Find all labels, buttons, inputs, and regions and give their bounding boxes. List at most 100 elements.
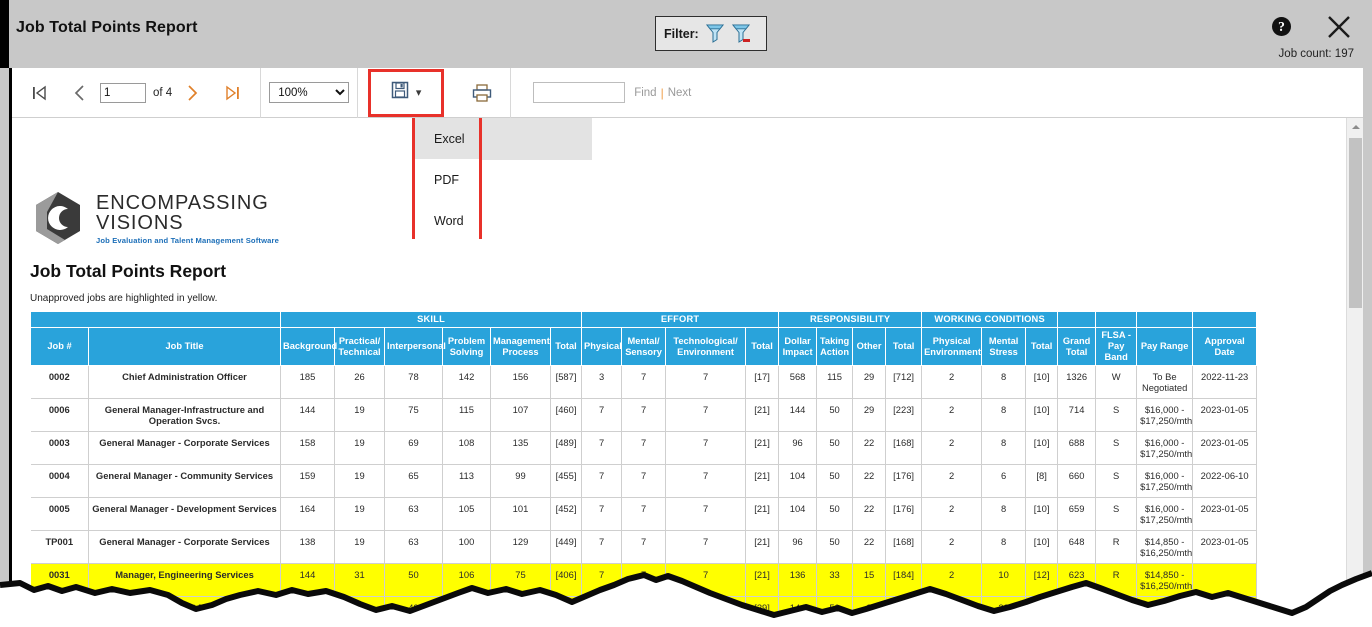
table-row[interactable]: GMS01 Senior Project Manager 138 40 49 69 48 [3… [30,596,1258,627]
cell-job-title: General Manager - Corporate Services [88,431,281,465]
cell-skill-total: [489] [549,431,583,465]
find-next-button[interactable]: Next [668,87,692,99]
table-row[interactable]: 0005 General Manager - Development Servic… [30,497,1258,531]
export-button[interactable]: ▾ [385,77,428,108]
export-format-menu: Excel PDF Word [412,118,482,241]
cell-approval-date: 2023-01-05 [1192,497,1258,531]
cell-practical-technical: 19 [334,497,385,531]
cell-problem-solving: 106 [442,563,491,597]
chevron-down-icon: ▾ [415,87,422,99]
cell-taking-action: 50 [816,464,854,498]
cell-taking-action: 115 [816,365,854,399]
cell-physical: 7 [581,464,623,498]
cell-taking-action: 50 [816,596,854,627]
cell-responsibility-total: [168] [885,530,923,564]
table-row[interactable]: 0031 Manager, Engineering Services 144 31 50… [30,563,1258,597]
previous-page-icon[interactable] [60,75,100,111]
cell-working-total: [10] [1025,365,1059,399]
cell-interpersonal: 49 [384,596,443,627]
cell-job-title: Senior Project Manager [88,596,281,627]
page-title: Job Total Points Report [16,19,198,36]
filter-toolbar: Filter: [655,16,767,51]
export-menu-item-excel[interactable]: Excel [415,118,479,159]
cell-mental-sensory: 7 [621,464,667,498]
cell-practical-technical: 31 [334,563,385,597]
vertical-scrollbar[interactable] [1346,118,1363,627]
close-icon[interactable] [1325,13,1353,41]
col-physical-environment: Physical Environment [921,327,983,366]
cell-responsibility-total: [176] [885,464,923,498]
report-viewer-panel: of 4 100% [9,68,1363,627]
cell-other: 22 [852,497,887,531]
group-header-blank-flsa [1095,311,1138,328]
cell-mental-stress: 10 [981,563,1027,597]
funnel-clear-icon[interactable] [731,23,751,44]
cell-dollar-impact: 568 [778,365,818,399]
find-button[interactable]: Find [634,87,656,99]
cell-job-title: Manager, Engineering Services [88,563,281,597]
cell-grand-total: 714 [1057,398,1097,432]
col-approval-date: Approval Date [1192,327,1258,366]
export-menu-item-pdf[interactable]: PDF [415,159,479,200]
cell-physical-environment: 2 [921,464,983,498]
job-total-points-table: SKILL EFFORT RESPONSIBILITY WORKING COND… [30,311,1258,627]
cell-background: 144 [280,398,335,432]
cell-responsibility-total: [168] [885,431,923,465]
cell-approval-date [1192,596,1258,627]
zoom-level-select[interactable]: 100% [269,82,350,103]
export-group: ▾ [358,68,454,118]
group-header-responsibility: RESPONSIBILITY [778,311,923,328]
print-icon[interactable] [462,75,502,111]
find-group: Find | Next [511,68,699,118]
cell-flsa-pay-band: S [1095,431,1138,465]
cell-practical-technical: 40 [334,596,385,627]
table-row[interactable]: TP001 General Manager - Corporate Service… [30,530,1258,564]
funnel-icon[interactable] [705,23,725,44]
cell-pay-range: $14,850 - $16,250/mth [1136,563,1194,597]
cell-dollar-impact: 104 [778,497,818,531]
cell-working-total: [10] [1025,530,1059,564]
table-body: 0002 Chief Administration Officer 185 26 78 1… [30,365,1258,627]
export-menu-item-word[interactable]: Word [415,200,479,241]
scroll-up-icon[interactable] [1347,118,1363,135]
cell-interpersonal: 65 [384,464,443,498]
cell-pay-range: $16,000 - $17,250/mth [1136,497,1194,531]
title-bar-accent [0,0,9,68]
cell-physical-environment: 2 [921,365,983,399]
cell-working-total: [10] [1025,431,1059,465]
cell-effort-total: [21] [745,464,780,498]
help-icon[interactable]: ? [1272,17,1291,36]
col-responsibility-total: Total [885,327,923,366]
page-number-input[interactable] [100,82,146,103]
cell-physical-environment: 11 [921,596,983,627]
first-page-icon[interactable] [20,75,60,111]
cell-mental-stress: 6 [981,464,1027,498]
table-row[interactable]: 0002 Chief Administration Officer 185 26 78 1… [30,365,1258,399]
cell-flsa-pay-band: W [1095,365,1138,399]
last-page-icon[interactable] [212,75,252,111]
cell-background: 164 [280,497,335,531]
filter-label: Filter: [664,26,699,41]
cell-other: 15 [852,563,887,597]
cell-grand-total: 648 [1057,530,1097,564]
col-flsa-pay-band: FLSA - Pay Band [1095,327,1138,366]
cell-physical: 7 [581,563,623,597]
find-input[interactable] [533,82,626,103]
table-row[interactable]: 0004 General Manager - Community Services… [30,464,1258,498]
cell-technological-environment: 7 [665,563,747,597]
table-row[interactable]: 0003 General Manager - Corporate Services… [30,431,1258,465]
cell-responsibility-total: [712] [885,365,923,399]
cell-problem-solving: 100 [442,530,491,564]
cell-problem-solving: 115 [442,398,491,432]
scrollbar-thumb[interactable] [1349,138,1362,308]
cell-physical-environment: 2 [921,563,983,597]
cell-grand-total: 660 [1057,464,1097,498]
next-page-icon[interactable] [172,75,212,111]
cell-dollar-impact: 136 [778,563,818,597]
cell-effort-total: [21] [745,398,780,432]
table-row[interactable]: 0006 General Manager-Infrastructure and O… [30,398,1258,432]
cell-responsibility-total: [202] [885,596,923,627]
cell-management-process: 75 [490,563,551,597]
cell-background: 138 [280,596,335,627]
cell-grand-total: 609 [1057,596,1097,627]
